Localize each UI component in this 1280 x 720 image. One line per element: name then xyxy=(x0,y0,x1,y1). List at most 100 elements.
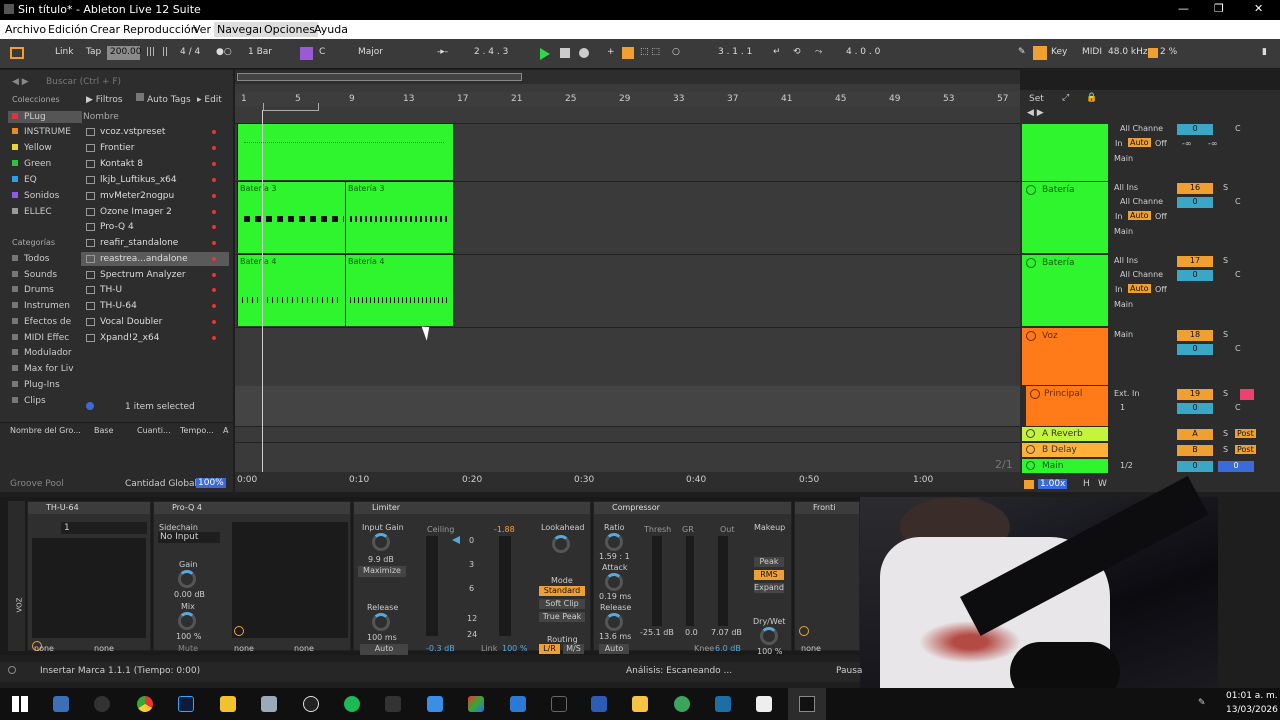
file-item[interactable]: Kontakt 8 xyxy=(86,159,143,169)
loop-brace[interactable] xyxy=(263,103,319,111)
collection-yellow[interactable]: Yellow xyxy=(12,143,52,153)
input-channel-select[interactable]: All Channe xyxy=(1120,270,1163,279)
device-frontier[interactable]: Fronti none xyxy=(794,501,860,653)
song-position[interactable]: 2 . 4 . 3 xyxy=(474,47,508,57)
pan-field[interactable]: C xyxy=(1235,197,1241,206)
monitor-in-button[interactable]: In xyxy=(1115,285,1122,294)
loop-icon[interactable]: ⟲ xyxy=(793,47,801,57)
fold-icon[interactable] xyxy=(1026,331,1036,341)
fold-icon[interactable] xyxy=(1026,461,1035,470)
track-number[interactable]: 16 xyxy=(1177,183,1213,194)
groove-col-quantize[interactable]: Cuanti... xyxy=(137,426,171,435)
solo-button[interactable]: S xyxy=(1223,389,1228,398)
word-icon[interactable] xyxy=(591,696,607,712)
category-clips[interactable]: Clips xyxy=(12,396,46,406)
obs-icon[interactable] xyxy=(303,696,319,712)
overview-strip[interactable] xyxy=(235,70,1020,84)
punch-in-icon[interactable]: ↵ xyxy=(773,47,781,57)
monitor-in-button[interactable]: In xyxy=(1115,212,1122,221)
menu-ver[interactable]: Ver xyxy=(193,23,211,36)
loop-start[interactable]: 3 . 1 . 1 xyxy=(718,47,752,57)
metronome-icon[interactable]: ●○ xyxy=(216,47,232,57)
track-header-bateria-17[interactable]: Batería xyxy=(1022,255,1108,326)
spotify-icon[interactable] xyxy=(344,696,360,712)
menu-navegar[interactable]: Navegar xyxy=(214,22,267,37)
loop-length[interactable]: 4 . 0 . 0 xyxy=(846,47,880,57)
scroll-arrows-icon[interactable]: ◀ ▶ xyxy=(1027,108,1044,118)
threshold-meter[interactable] xyxy=(652,536,662,626)
rms-button[interactable]: RMS xyxy=(754,570,784,580)
folder-icon[interactable] xyxy=(220,696,236,712)
menu-edicion[interactable]: Edición xyxy=(48,23,88,36)
global-amount-field[interactable]: 100% xyxy=(196,478,226,488)
key-map-button[interactable]: Key xyxy=(1051,47,1067,57)
close-icon[interactable]: ✕ xyxy=(1254,2,1263,15)
output-select[interactable]: Main xyxy=(1114,300,1133,309)
input-channel-select[interactable]: All Channe xyxy=(1120,124,1163,133)
file-item[interactable]: TH-U-64 xyxy=(86,301,137,311)
stop-icon[interactable] xyxy=(560,48,570,58)
pan-field[interactable]: C xyxy=(1235,124,1241,133)
category-drums[interactable]: Drums xyxy=(12,285,54,295)
track-header-bateria-16[interactable]: Batería xyxy=(1022,182,1108,253)
scale-mode-icon[interactable] xyxy=(300,47,313,60)
automation-arm-icon[interactable] xyxy=(622,47,634,59)
monitor-auto-button[interactable]: Auto xyxy=(1128,284,1151,293)
device-proq4[interactable]: Pro-Q 4 Sidechain No Input Gain 0.00 dB … xyxy=(153,501,351,653)
clip-bateria-3a[interactable]: Batería 3 xyxy=(237,182,345,253)
play-icon[interactable] xyxy=(540,48,550,60)
file-explorer-icon[interactable] xyxy=(53,696,69,712)
solo-button[interactable]: S xyxy=(1223,183,1228,192)
clip-bateria-4a[interactable]: Batería 4 xyxy=(237,255,345,326)
post-button[interactable]: Post xyxy=(1235,429,1256,438)
ceiling-marker-icon[interactable] xyxy=(452,536,460,544)
post-button[interactable]: Post xyxy=(1235,445,1256,454)
file-item[interactable]: Frontier xyxy=(86,143,135,153)
vscode-icon[interactable] xyxy=(510,696,526,712)
attack-knob[interactable] xyxy=(605,573,623,591)
expand-icon[interactable]: ⤢ xyxy=(1062,93,1069,103)
pause-button[interactable]: Pausa xyxy=(836,666,862,676)
monitor-off-button[interactable]: Off xyxy=(1155,285,1167,294)
session-record-icon[interactable]: ○ xyxy=(672,47,680,57)
menu-reproduccion[interactable]: Reproducción xyxy=(123,23,198,36)
monitor-off-button[interactable]: Off xyxy=(1155,139,1167,148)
category-todos[interactable]: Todos xyxy=(12,254,49,264)
record-icon[interactable] xyxy=(579,48,589,58)
lock-icon[interactable]: 🔒 xyxy=(1086,93,1097,103)
filters-button[interactable]: ▶ Filtros xyxy=(86,95,123,105)
file-item[interactable]: Spectrum Analyzer xyxy=(86,270,186,280)
shield-icon[interactable] xyxy=(427,696,443,712)
volume-field[interactable]: 0 xyxy=(1177,270,1213,281)
mode-truepeak-button[interactable]: True Peak xyxy=(539,612,585,622)
link-button[interactable]: Link xyxy=(55,47,73,57)
search-input[interactable]: Buscar (Ctrl + F) xyxy=(46,77,121,87)
input-gain-knob[interactable] xyxy=(372,533,390,551)
volume-field[interactable]: 0 xyxy=(1177,124,1213,135)
zoom-field[interactable]: 1.00x xyxy=(1038,479,1068,489)
view-toggle-icon[interactable] xyxy=(10,47,24,59)
input-select[interactable]: Ext. In xyxy=(1114,389,1139,398)
back-arrow-icon[interactable]: ◀ ▶ xyxy=(12,77,29,87)
clock-date[interactable]: 13/03/2026 xyxy=(1226,705,1278,715)
audio-clip[interactable] xyxy=(237,124,453,180)
output-select[interactable]: Main xyxy=(1114,330,1133,339)
mix-knob[interactable] xyxy=(178,612,196,630)
solo-button[interactable]: S xyxy=(1223,429,1228,438)
time-signature[interactable]: 4 / 4 xyxy=(180,47,200,57)
keyboard-icon[interactable] xyxy=(1033,46,1047,60)
category-plug-ins[interactable]: Plug-Ins xyxy=(12,380,60,390)
clip-bateria-3b[interactable]: Batería 3 xyxy=(345,182,453,253)
scale-select[interactable]: Major xyxy=(358,47,383,57)
sidechain-input-select[interactable]: No Input xyxy=(158,532,220,543)
fold-icon[interactable] xyxy=(1026,258,1036,268)
windows-start-icon[interactable] xyxy=(12,696,28,712)
mute-button[interactable]: Mute xyxy=(178,644,198,653)
clock-time[interactable]: 01:01 a. m. xyxy=(1226,691,1278,701)
monitor-in-button[interactable]: In xyxy=(1115,139,1122,148)
playhead[interactable] xyxy=(262,110,263,472)
peak-button[interactable]: Peak xyxy=(754,557,784,567)
input-select[interactable]: All Ins xyxy=(1114,183,1138,192)
collection-ellec[interactable]: ELLEC xyxy=(12,207,52,217)
device-thu64[interactable]: TH-U-64 1 none none xyxy=(27,501,151,653)
